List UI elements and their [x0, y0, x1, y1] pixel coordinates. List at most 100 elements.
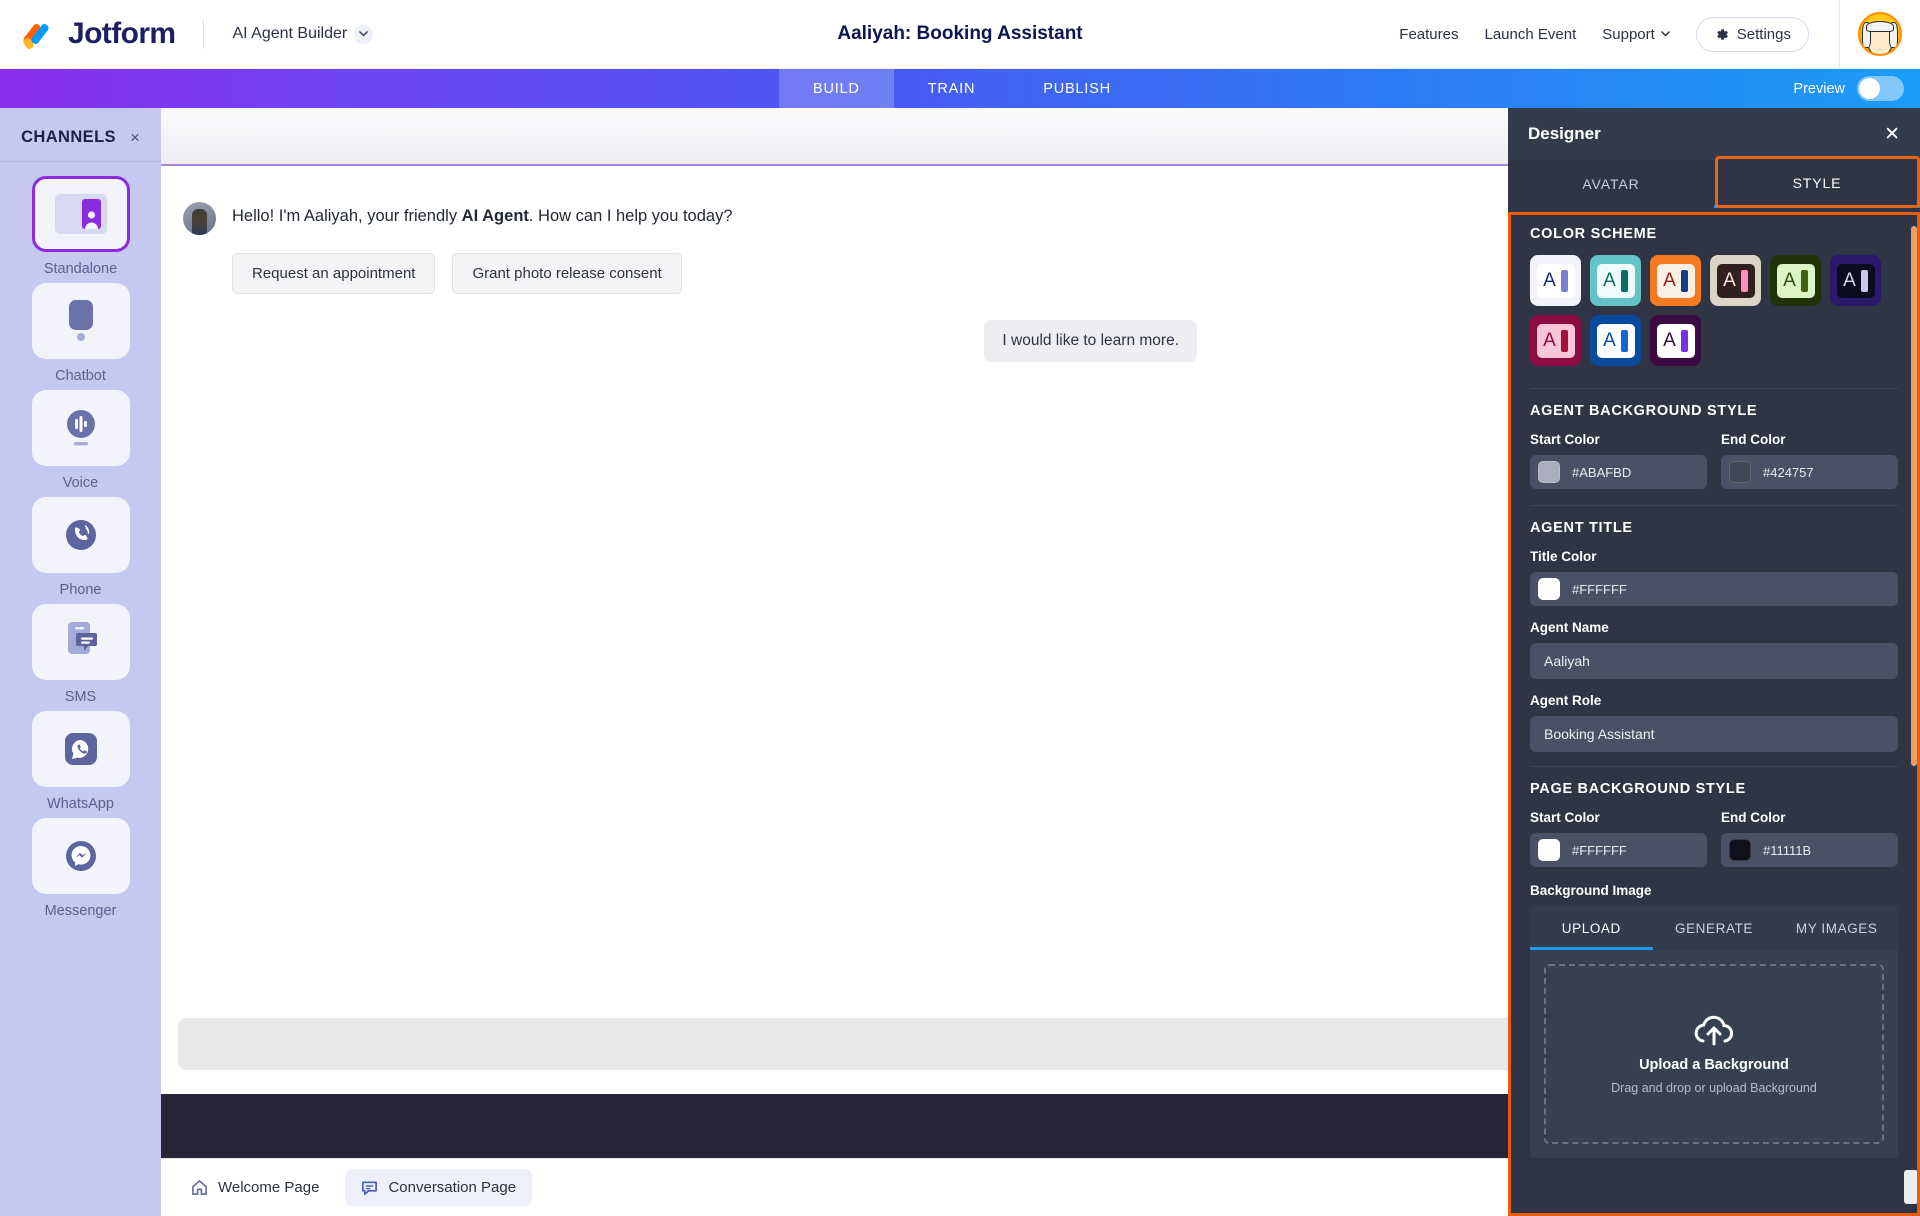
swatch-letter: A	[1603, 331, 1616, 350]
greeting-bold: AI Agent	[462, 207, 529, 225]
sidebar-item-whatsapp[interactable]: WhatsApp	[0, 711, 161, 812]
bot-greeting-text: Hello! I'm Aaliyah, your friendly AI Age…	[232, 202, 733, 235]
sidebar-item-chatbot[interactable]: Chatbot	[0, 283, 161, 384]
avatar[interactable]	[1858, 12, 1902, 56]
page-bg-start-input[interactable]: #FFFFFF	[1530, 833, 1707, 867]
sidebar-item-phone[interactable]: Phone	[0, 497, 161, 598]
upload-dropzone[interactable]: Upload a Background Drag and drop or upl…	[1544, 964, 1884, 1144]
swatch-bar	[1561, 270, 1568, 292]
phone-tile[interactable]	[32, 497, 130, 573]
color-swatch-chip[interactable]	[1538, 461, 1560, 483]
swatch-letter: A	[1543, 331, 1556, 350]
agent-title-section-title: AGENT TITLE	[1530, 520, 1898, 536]
channels-header: CHANNELS ×	[0, 122, 161, 162]
quick-reply-photo-release[interactable]: Grant photo release consent	[452, 253, 681, 294]
swatch-letter: A	[1783, 271, 1796, 290]
close-icon[interactable]: ×	[130, 129, 140, 146]
scrollbar-thumb[interactable]	[1911, 226, 1917, 766]
sidebar-item-sms[interactable]: SMS	[0, 604, 161, 705]
divider	[1530, 766, 1898, 767]
voice-tile[interactable]	[32, 390, 130, 466]
color-scheme-swatch-2[interactable]: A	[1590, 255, 1641, 306]
preview-group: Preview	[1793, 69, 1920, 108]
designer-tabs: AVATAR STYLE	[1508, 160, 1920, 208]
agent-bg-end-value: #424757	[1763, 465, 1814, 480]
chatbot-tile[interactable]	[32, 283, 130, 359]
agent-bg-start-label: Start Color	[1530, 432, 1707, 447]
color-scheme-swatch-4[interactable]: A	[1710, 255, 1761, 306]
page-tab-conversation[interactable]: Conversation Page	[345, 1169, 532, 1206]
title-color-label: Title Color	[1530, 549, 1898, 564]
bg-tab-upload[interactable]: UPLOAD	[1530, 906, 1653, 950]
home-icon	[191, 1179, 208, 1196]
chat-icon	[361, 1179, 378, 1196]
color-swatch-chip[interactable]	[1538, 839, 1560, 861]
channels-title: CHANNELS	[21, 128, 116, 147]
close-icon[interactable]: ✕	[1884, 125, 1900, 144]
voice-icon	[59, 406, 103, 450]
dropzone-wrapper: Upload a Background Drag and drop or upl…	[1530, 950, 1898, 1158]
color-swatch-chip[interactable]	[1729, 461, 1751, 483]
sidebar-item-label: Phone	[60, 582, 102, 598]
quick-reply-request-appointment[interactable]: Request an appointment	[232, 253, 435, 294]
color-scheme-swatch-5[interactable]: A	[1770, 255, 1821, 306]
whatsapp-tile[interactable]	[32, 711, 130, 787]
bg-tab-generate[interactable]: GENERATE	[1653, 906, 1776, 950]
user-message-bubble: I would like to learn more.	[984, 320, 1197, 362]
swatch-bar	[1681, 330, 1688, 352]
color-scheme-swatch-3[interactable]: A	[1650, 255, 1701, 306]
page-tab-welcome[interactable]: Welcome Page	[175, 1169, 335, 1206]
chevron-down-icon[interactable]	[354, 25, 373, 44]
agent-bg-start-input[interactable]: #ABAFBD	[1530, 455, 1707, 489]
agent-bg-end-input[interactable]: #424757	[1721, 455, 1898, 489]
tab-publish[interactable]: PUBLISH	[1009, 69, 1145, 108]
title-color-input[interactable]: #FFFFFF	[1530, 572, 1898, 606]
agent-role-field[interactable]: Booking Assistant	[1530, 716, 1898, 752]
page-bg-end-col: End Color #11111B	[1721, 810, 1898, 867]
swatch-letter: A	[1603, 271, 1616, 290]
bg-tab-my-images[interactable]: MY IMAGES	[1775, 906, 1898, 950]
nav-link-support[interactable]: Support	[1602, 26, 1670, 43]
product-selector[interactable]: AI Agent Builder	[232, 25, 373, 44]
agent-name-field[interactable]: Aaliyah	[1530, 643, 1898, 679]
agent-background-colors: Start Color #ABAFBD End Color #424757	[1530, 432, 1898, 489]
swatch-bar	[1561, 330, 1568, 352]
sidebar-item-voice[interactable]: Voice	[0, 390, 161, 491]
tab-build[interactable]: BUILD	[779, 69, 894, 108]
agent-name-label: Agent Name	[1530, 620, 1898, 635]
brand-name: Jotform	[68, 17, 175, 51]
designer-scrollbar[interactable]	[1911, 226, 1917, 1106]
jotform-logo-icon[interactable]	[18, 16, 54, 52]
color-scheme-swatch-9[interactable]: A	[1650, 315, 1701, 366]
color-scheme-swatch-8[interactable]: A	[1590, 315, 1641, 366]
tab-train[interactable]: TRAIN	[894, 69, 1010, 108]
agent-background-title: AGENT BACKGROUND STYLE	[1530, 403, 1898, 419]
main-area: CHANNELS × Standalone	[0, 108, 1920, 1216]
panel-mini-scrollbar[interactable]	[1904, 1170, 1918, 1204]
messenger-tile[interactable]	[32, 818, 130, 894]
page-background-title: PAGE BACKGROUND STYLE	[1530, 781, 1898, 797]
chatbot-icon	[61, 298, 101, 344]
settings-button[interactable]: Settings	[1696, 17, 1809, 52]
toggle-knob	[1859, 78, 1880, 99]
preview-toggle[interactable]	[1857, 76, 1904, 101]
color-scheme-swatch-6[interactable]: A	[1830, 255, 1881, 306]
page-bg-end-input[interactable]: #11111B	[1721, 833, 1898, 867]
nav-link-launch-event[interactable]: Launch Event	[1485, 26, 1577, 43]
tab-avatar[interactable]: AVATAR	[1508, 160, 1714, 208]
tab-style[interactable]: STYLE	[1714, 160, 1920, 208]
sms-tile[interactable]	[32, 604, 130, 680]
agent-bg-start-value: #ABAFBD	[1572, 465, 1631, 480]
page-background-colors: Start Color #FFFFFF End Color #11111B	[1530, 810, 1898, 867]
user-avatar-wrap[interactable]	[1839, 0, 1920, 68]
avatar-fringe	[1866, 21, 1894, 32]
standalone-tile[interactable]	[32, 176, 130, 252]
color-scheme-swatch-7[interactable]: A	[1530, 315, 1581, 366]
sidebar-item-messenger[interactable]: Messenger	[0, 818, 161, 919]
sidebar-item-standalone[interactable]: Standalone	[0, 176, 161, 277]
nav-link-features[interactable]: Features	[1399, 26, 1458, 43]
color-swatch-chip[interactable]	[1538, 578, 1560, 600]
color-swatch-chip[interactable]	[1729, 839, 1751, 861]
color-scheme-swatch-1[interactable]: A	[1530, 255, 1581, 306]
sidebar-item-label: Standalone	[44, 261, 117, 277]
